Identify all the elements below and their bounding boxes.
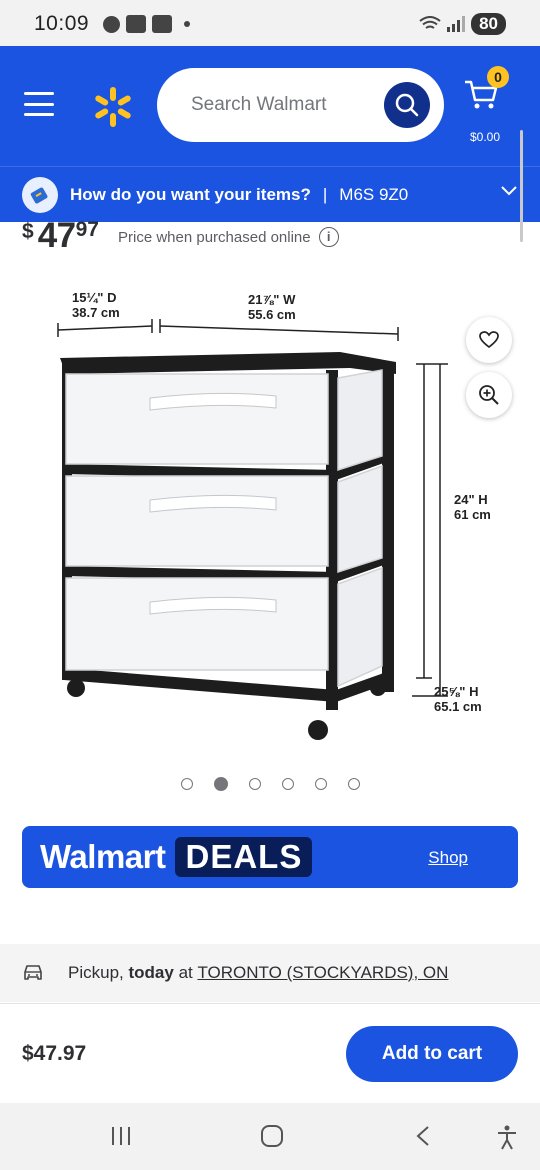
pickup-at: at bbox=[178, 963, 193, 982]
status-time: 10:09 bbox=[34, 12, 90, 35]
deals-tag: DEALS bbox=[175, 837, 313, 877]
car-icon bbox=[24, 965, 42, 980]
carousel-dot[interactable] bbox=[281, 778, 294, 790]
carousel-dot[interactable] bbox=[180, 778, 193, 790]
mail-icon bbox=[126, 15, 147, 33]
buybar-price: $47.97 bbox=[22, 1042, 87, 1065]
cart-total: $0.00 bbox=[469, 130, 501, 144]
postal-code: M6S 9Z0 bbox=[339, 184, 409, 204]
carousel-dot[interactable] bbox=[213, 777, 228, 791]
battery-indicator: 80 bbox=[471, 13, 506, 35]
price-whole: 47 bbox=[37, 216, 76, 255]
price-note: Price when purchased online i bbox=[118, 227, 339, 247]
info-icon[interactable]: i bbox=[318, 227, 339, 247]
zoom-in-icon bbox=[479, 385, 499, 405]
search-bar[interactable]: Search Walmart bbox=[157, 68, 444, 142]
more-notifications-icon bbox=[184, 21, 191, 27]
linkedin-icon bbox=[152, 15, 173, 33]
zoom-button[interactable] bbox=[466, 372, 512, 418]
add-to-cart-button[interactable]: Add to cart bbox=[346, 1026, 518, 1082]
chevron-down-icon bbox=[501, 186, 517, 196]
favorite-button[interactable] bbox=[466, 317, 512, 363]
width-inches: 21⅞" W bbox=[248, 292, 296, 307]
width-cm: 55.6 cm bbox=[248, 307, 296, 322]
signal-icon bbox=[447, 16, 466, 32]
system-navigation-bar bbox=[0, 1103, 540, 1170]
walmart-spark-logo[interactable] bbox=[92, 86, 134, 128]
pickup-when: today bbox=[128, 963, 174, 982]
width-dimension: 21⅞" W 55.6 cm bbox=[248, 292, 296, 322]
menu-icon[interactable] bbox=[24, 92, 54, 116]
carousel-dots bbox=[0, 777, 540, 791]
product-price: $ 47 97 bbox=[22, 216, 99, 256]
accessibility-icon[interactable] bbox=[496, 1125, 518, 1151]
app-header: Search Walmart 0 $0.00 bbox=[0, 46, 540, 166]
fulfilment-question: How do you want your items? bbox=[70, 184, 311, 204]
depth-inches: 15¼" D bbox=[72, 290, 117, 305]
messenger-icon bbox=[103, 15, 121, 33]
depth-cm: 38.7 cm bbox=[72, 305, 120, 320]
heart-icon bbox=[479, 331, 499, 349]
depth-dimension: 15¼" D 38.7 cm bbox=[72, 290, 120, 320]
pickup-option[interactable]: Pickup, today at TORONTO (STOCKYARDS), O… bbox=[0, 944, 540, 1002]
wifi-icon bbox=[419, 16, 441, 29]
cart-button[interactable]: 0 $0.00 bbox=[463, 66, 509, 146]
scrollbar[interactable] bbox=[520, 130, 523, 242]
product-image bbox=[57, 319, 448, 740]
total-height-cm: 65.1 cm bbox=[434, 699, 482, 714]
notification-icons bbox=[103, 15, 191, 33]
height-dimension: 24" H 61 cm bbox=[454, 492, 491, 522]
pickup-label: Pickup, bbox=[68, 963, 124, 982]
deals-brand: Walmart bbox=[40, 838, 166, 875]
search-placeholder[interactable]: Search Walmart bbox=[191, 94, 327, 116]
back-icon[interactable] bbox=[414, 1125, 432, 1147]
price-currency: $ bbox=[22, 220, 34, 243]
height-cm: 61 cm bbox=[454, 507, 491, 522]
home-icon[interactable] bbox=[260, 1125, 284, 1147]
total-height-inches: 25⅝" H bbox=[434, 684, 479, 699]
pickup-store-link[interactable]: TORONTO (STOCKYARDS), ON bbox=[197, 963, 448, 983]
cart-count-badge: 0 bbox=[487, 66, 509, 88]
walmart-deals-banner[interactable]: Walmart DEALS Shop bbox=[22, 826, 518, 888]
total-height-dimension: 25⅝" H 65.1 cm bbox=[434, 684, 482, 714]
carousel-dot[interactable] bbox=[314, 778, 327, 790]
price-note-text: Price when purchased online bbox=[118, 228, 311, 246]
product-image-carousel[interactable]: 15¼" D 38.7 cm 21⅞" W 55.6 cm 24" H 61 c… bbox=[40, 270, 512, 760]
status-bar: 10:09 80 bbox=[0, 0, 540, 48]
search-icon bbox=[395, 93, 419, 117]
fulfilment-separator: | bbox=[322, 184, 328, 204]
recent-apps-icon[interactable] bbox=[110, 1125, 132, 1147]
carousel-dot[interactable] bbox=[248, 778, 261, 790]
delivery-icon bbox=[22, 176, 58, 213]
shop-deals-link[interactable]: Shop bbox=[428, 848, 468, 868]
buy-bar: $47.97 Add to cart bbox=[0, 1003, 540, 1103]
height-inches: 24" H bbox=[454, 492, 488, 507]
search-button[interactable] bbox=[384, 82, 430, 128]
carousel-dot[interactable] bbox=[347, 778, 360, 790]
fulfilment-selector[interactable]: How do you want your items? | M6S 9Z0 bbox=[0, 166, 540, 222]
price-cents: 97 bbox=[75, 218, 99, 241]
